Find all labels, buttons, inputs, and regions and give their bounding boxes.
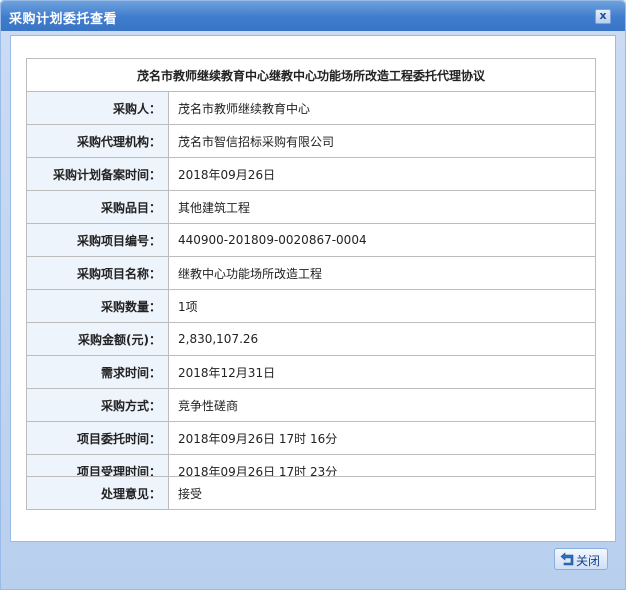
field-label: 采购方式： [26,388,169,422]
close-button-label: 关闭 [576,554,601,568]
table-row: 采购方式： 竞争性磋商 [26,388,596,422]
field-value: 2018年09月26日 17时 16分 [168,421,596,455]
close-icon[interactable]: x [595,9,611,24]
field-label: 需求时间： [26,355,169,389]
field-value: 其他建筑工程 [168,190,596,224]
dialog-title: 采购计划委托查看 [9,12,118,27]
agreement-table: 茂名市教师继续教育中心继教中心功能场所改造工程委托代理协议 采购人： 茂名市教师… [26,58,596,488]
table-row: 采购品目： 其他建筑工程 [26,190,596,224]
field-label: 采购数量： [26,289,169,323]
agreement-title: 茂名市教师继续教育中心继教中心功能场所改造工程委托代理协议 [26,58,596,92]
field-value: 1项 [168,289,596,323]
field-value: 2018年12月31日 [168,355,596,389]
table-row: 采购金额(元)： 2,830,107.26 [26,322,596,356]
field-value: 竞争性磋商 [168,388,596,422]
field-label: 采购项目编号： [26,223,169,257]
field-label: 采购计划备案时间： [26,157,169,191]
table-row: 采购计划备案时间： 2018年09月26日 [26,157,596,191]
field-value: 2,830,107.26 [168,322,596,356]
field-value: 继教中心功能场所改造工程 [168,256,596,290]
field-value: 茂名市智信招标采购有限公司 [168,124,596,158]
procurement-plan-dialog: 采购计划委托查看 x 茂名市教师继续教育中心继教中心功能场所改造工程委托代理协议… [0,0,626,590]
table-row: 采购项目名称： 继教中心功能场所改造工程 [26,256,596,290]
field-value: 440900-201809-0020867-0004 [168,223,596,257]
dialog-titlebar[interactable]: 采购计划委托查看 x [1,1,625,31]
field-label: 采购代理机构： [26,124,169,158]
field-value: 茂名市教师继续教育中心 [168,91,596,125]
table-row: 需求时间： 2018年12月31日 [26,355,596,389]
opinion-value: 接受 [168,476,596,510]
dialog-footer: 关闭 [10,542,616,582]
return-arrow-icon [560,552,574,566]
field-label: 采购品目： [26,190,169,224]
table-row: 采购项目编号： 440900-201809-0020867-0004 [26,223,596,257]
table-row: 项目委托时间： 2018年09月26日 17时 16分 [26,421,596,455]
field-label: 采购人： [26,91,169,125]
opinion-label: 处理意见： [26,476,169,510]
opinion-table: 处理意见： 接受 [26,476,596,510]
field-label: 采购金额(元)： [26,322,169,356]
field-label: 项目委托时间： [26,421,169,455]
dialog-body: 茂名市教师继续教育中心继教中心功能场所改造工程委托代理协议 采购人： 茂名市教师… [10,35,616,542]
table-row: 采购代理机构： 茂名市智信招标采购有限公司 [26,124,596,158]
field-label: 采购项目名称： [26,256,169,290]
table-row: 采购人： 茂名市教师继续教育中心 [26,91,596,125]
close-button[interactable]: 关闭 [554,548,608,570]
field-value: 2018年09月26日 [168,157,596,191]
table-row: 处理意见： 接受 [26,476,596,510]
table-row: 采购数量： 1项 [26,289,596,323]
